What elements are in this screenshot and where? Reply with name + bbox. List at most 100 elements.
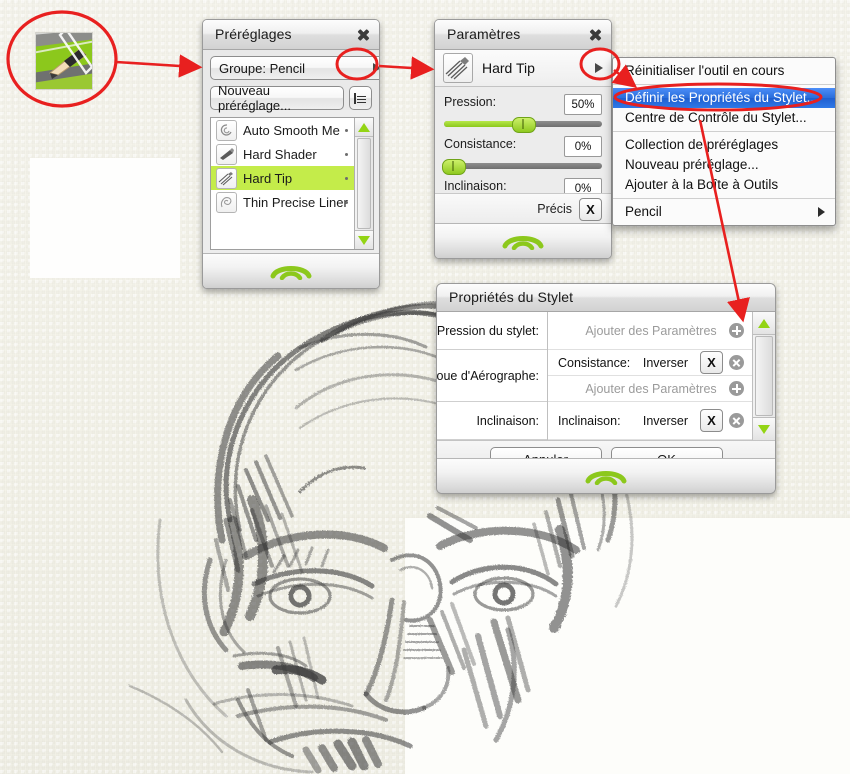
add-parameter-row[interactable]: Ajouter des Paramètres	[548, 376, 752, 402]
mapped-parameter-label: Consistance:	[558, 355, 631, 370]
settings-panel-titlebar: Paramètres	[435, 20, 611, 50]
settings-panel: Paramètres Hard Tip Pression: 50% Consis…	[434, 19, 612, 259]
remove-circle-icon[interactable]	[729, 355, 744, 370]
settings-panel-footer	[435, 223, 611, 258]
menu-item-new-preset[interactable]: Nouveau préréglage...	[613, 155, 835, 175]
grip-handle-icon[interactable]	[584, 467, 628, 485]
menu-item-define-stylus-properties[interactable]: Définir les Propriétés du Stylet...	[613, 88, 835, 108]
canvas-white-area-lower	[405, 518, 850, 774]
slider-label: Consistance:	[444, 137, 517, 151]
remove-circle-icon[interactable]	[729, 413, 744, 428]
list-item[interactable]: Auto Smooth Me	[211, 118, 354, 142]
preset-list-scrollbar[interactable]	[354, 118, 373, 249]
slider-track[interactable]	[444, 117, 602, 133]
grip-handle-icon[interactable]	[269, 262, 313, 280]
list-item-label: Auto Smooth Me	[243, 122, 340, 138]
scrollbar-thumb[interactable]	[357, 138, 371, 229]
menu-item-pencil-submenu[interactable]: Pencil	[613, 202, 835, 222]
preset-list[interactable]: Auto Smooth Me Hard Shader Hard Tip Thin…	[210, 117, 374, 250]
slider-label: Inclinaison:	[444, 179, 507, 193]
list-menu-icon	[354, 92, 367, 104]
slider-value[interactable]: 50%	[564, 94, 602, 115]
invert-toggle-button[interactable]: X	[700, 409, 723, 432]
menu-item-label: Réinitialiser l'outil en cours	[625, 63, 785, 78]
triangle-right-icon[interactable]	[595, 63, 603, 73]
menu-item-stylus-control-center[interactable]: Centre de Contrôle du Stylet...	[613, 108, 835, 128]
mapped-parameter-row[interactable]: Consistance: Inverser X	[548, 350, 752, 376]
presets-panel-body: Groupe: Pencil Nouveau préréglage...	[203, 50, 379, 113]
triangle-right-icon[interactable]	[373, 63, 379, 73]
invert-toggle-button[interactable]: X	[700, 351, 723, 374]
scrollbar-thumb[interactable]	[755, 336, 773, 416]
add-parameter-row[interactable]: Ajouter des Paramètres	[548, 312, 752, 350]
list-item-dot	[345, 201, 348, 204]
liner-brush-thumb	[216, 191, 237, 213]
menu-item-reset-tool[interactable]: Réinitialiser l'outil en cours	[613, 61, 835, 81]
plus-circle-icon[interactable]	[729, 381, 744, 396]
current-tool-name: Hard Tip	[482, 60, 535, 76]
new-preset-button[interactable]: Nouveau préréglage...	[210, 83, 344, 113]
preset-list-items: Auto Smooth Me Hard Shader Hard Tip Thin…	[211, 118, 354, 249]
precision-clear-button[interactable]: X	[579, 197, 602, 221]
close-icon[interactable]	[356, 27, 371, 42]
stylus-dialog-footer	[437, 458, 775, 493]
tool-context-menu: Réinitialiser l'outil en cours Définir l…	[612, 57, 836, 226]
canvas-white-area	[30, 158, 180, 278]
mapped-parameter-label: Inclinaison:	[558, 413, 621, 428]
menu-item-add-to-toolbox[interactable]: Ajouter à la Boîte à Outils	[613, 175, 835, 195]
menu-item-label: Définir les Propriétés du Stylet...	[625, 90, 818, 105]
menu-separator	[613, 198, 835, 199]
menu-item-label: Collection de préréglages	[625, 137, 779, 152]
new-preset-label: Nouveau préréglage...	[218, 83, 291, 113]
current-tool-row[interactable]: Hard Tip	[435, 50, 611, 87]
preset-list-menu-button[interactable]	[348, 86, 372, 110]
invert-label: Inverser	[642, 413, 688, 428]
close-icon[interactable]	[588, 27, 603, 42]
slider-label: Pression:	[444, 95, 497, 109]
slider-pression[interactable]: Pression: 50%	[444, 94, 602, 133]
stylus-mapping-column: Ajouter des Paramètres Consistance: Inve…	[548, 312, 752, 440]
hard-tip-brush-thumb	[443, 53, 473, 83]
menu-separator	[613, 84, 835, 85]
precision-row: Précis X	[435, 193, 611, 224]
list-item-dot	[345, 177, 348, 180]
stylus-input-label: Pression du stylet:	[437, 312, 547, 350]
presets-panel: Préréglages Groupe: Pencil Nouveau préré…	[202, 19, 380, 289]
stylus-input-label: Inclinaison:	[437, 402, 547, 440]
swirl-brush-thumb	[216, 119, 237, 141]
scroll-up-button[interactable]	[753, 312, 775, 335]
stylus-dialog-scrollbar[interactable]	[752, 312, 775, 440]
add-parameter-label: Ajouter des Paramètres	[585, 323, 717, 338]
slider-knob[interactable]	[512, 117, 536, 133]
grip-handle-icon[interactable]	[501, 232, 545, 250]
stylus-properties-dialog: Propriétés du Stylet Pression du stylet:…	[436, 283, 776, 494]
menu-item-preset-collection[interactable]: Collection de préréglages	[613, 135, 835, 155]
presets-panel-title: Préréglages	[215, 26, 292, 42]
scroll-down-button[interactable]	[753, 417, 775, 440]
list-item-selected[interactable]: Hard Tip	[211, 166, 354, 190]
settings-panel-title: Paramètres	[447, 26, 521, 42]
slider-track[interactable]	[442, 159, 602, 175]
preset-group-button[interactable]: Groupe: Pencil	[210, 56, 379, 80]
stylus-input-column: Pression du stylet: oue d'Aérographe: In…	[437, 312, 548, 440]
list-item-label: Hard Tip	[243, 170, 293, 186]
menu-item-label: Ajouter à la Boîte à Outils	[625, 177, 779, 192]
stylus-input-label: oue d'Aérographe:	[437, 350, 547, 402]
plus-circle-icon[interactable]	[729, 323, 744, 338]
triangle-up-icon	[758, 318, 770, 328]
menu-separator	[613, 131, 835, 132]
list-item[interactable]: Hard Shader	[211, 142, 354, 166]
mapped-parameter-row[interactable]: Inclinaison: Inverser X	[548, 402, 752, 440]
slider-value[interactable]: 0%	[564, 136, 602, 157]
precision-label: Précis	[537, 202, 572, 216]
slider-consistance[interactable]: Consistance: 0%	[442, 136, 602, 175]
slider-knob[interactable]	[442, 159, 466, 175]
scroll-down-button[interactable]	[355, 230, 373, 249]
list-item-label: Thin Precise Liner	[243, 194, 348, 210]
presets-panel-footer	[203, 253, 379, 288]
list-item-dot	[345, 129, 348, 132]
list-item[interactable]: Thin Precise Liner	[211, 190, 354, 214]
scroll-up-button[interactable]	[355, 118, 373, 137]
stylus-dialog-title: Propriétés du Stylet	[449, 289, 574, 305]
menu-item-label: Centre de Contrôle du Stylet...	[625, 110, 807, 125]
